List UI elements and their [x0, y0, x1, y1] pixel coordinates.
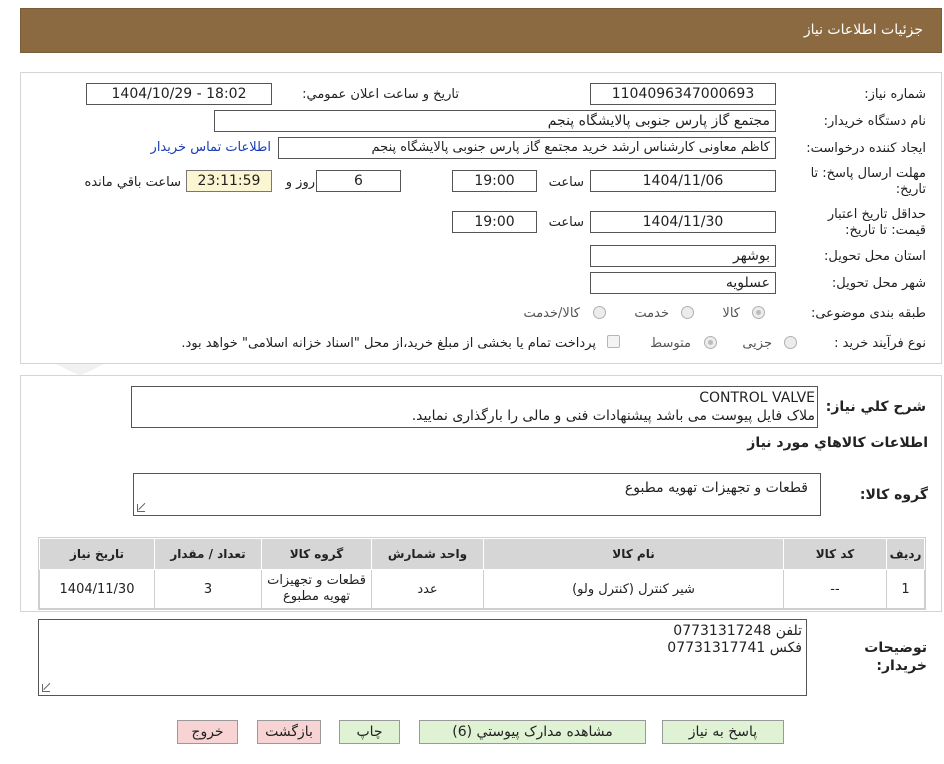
deadline-label-line2: تاریخ: [895, 182, 926, 197]
category-option-goods-service: کالا/خدمت [523, 306, 580, 321]
buyer-org-label: نام دستگاه خریدار: [823, 114, 926, 129]
goods-table: تاریخ نیاز تعداد / مقدار گروه کالا واحد … [38, 537, 926, 610]
buyer-notes-textarea[interactable]: تلفن 07731317248 فکس 07731317741 [38, 619, 807, 696]
deadline-date-field: 1404/11/06 [590, 170, 776, 192]
category-option-goods: کالا [722, 306, 740, 321]
buyer-contact-link[interactable]: اطلاعات تماس خریدار [151, 140, 271, 155]
category-label: طبقه بندی موضوعی: [810, 306, 926, 321]
process-option-medium: متوسط [650, 336, 691, 351]
validity-label-line1: حداقل تاریخ اعتبار [827, 207, 926, 222]
city-label: شهر محل تحویل: [831, 276, 926, 291]
resize-grip-icon[interactable] [137, 504, 145, 512]
goods-table-wrap: تاریخ نیاز تعداد / مقدار گروه کالا واحد … [38, 537, 926, 610]
page-header: جزئیات اطلاعات نیاز [20, 8, 942, 53]
buyer-notes-label-line2: خریدار: [876, 658, 927, 674]
buyer-phone: تلفن 07731317248 [673, 623, 802, 639]
goods-group-textarea[interactable]: قطعات و تجهیزات تهویه مطبوع [133, 473, 821, 516]
validity-time-field: 19:00 [452, 211, 537, 233]
validity-date-field: 1404/11/30 [590, 211, 776, 233]
col-unit: واحد شمارش [371, 538, 484, 570]
need-number-label: شماره نیاز: [864, 87, 926, 102]
col-code: کد کالا [783, 538, 887, 570]
view-attachments-button[interactable]: مشاهده مدارک پیوستي (6) [419, 720, 646, 744]
back-button[interactable]: بازگشت [257, 720, 321, 744]
resize-grip-icon[interactable] [42, 684, 50, 692]
process-radio-minor[interactable] [784, 336, 797, 349]
process-label: نوع فرآیند خرید : [834, 336, 926, 351]
table-row: 1404/11/30 3 قطعات و تجهیزات تهویه مطبوع… [39, 569, 925, 609]
category-radio-goods[interactable] [752, 306, 765, 319]
deadline-time-field: 19:00 [452, 170, 537, 192]
announce-field: 1404/10/29 - 18:02 [86, 83, 272, 105]
description-line2: ملاک فایل پیوست می باشد پیشنهادات فنی و … [411, 408, 815, 424]
cell-date: 1404/11/30 [39, 569, 155, 609]
validity-time-label: ساعت [548, 215, 584, 230]
cell-code: -- [783, 569, 887, 609]
remaining-label: ساعت باقي مانده [84, 175, 181, 190]
city-field: عسلویه [590, 272, 776, 294]
buyer-org-field: مجتمع گاز پارس جنوبی پالایشگاه پنجم [214, 110, 776, 132]
deadline-time-label: ساعت [548, 175, 584, 190]
category-radio-service[interactable] [681, 306, 694, 319]
cell-quantity: 3 [154, 569, 262, 609]
announce-label: تاریخ و ساعت اعلان عمومي: [302, 87, 459, 102]
validity-label-line2: قیمت: تا تاریخ: [845, 223, 926, 238]
need-number-field: 1104096347000693 [590, 83, 776, 105]
creator-label: ایجاد کننده درخواست: [806, 141, 926, 156]
description-textarea[interactable]: CONTROL VALVE ملاک فایل پیوست می باشد پی… [131, 386, 818, 428]
col-row: رديف [886, 538, 925, 570]
remaining-time-field: 23:11:59 [186, 170, 272, 192]
days-label: روز و [285, 175, 315, 190]
province-field: بوشهر [590, 245, 776, 267]
cell-unit: عدد [371, 569, 484, 609]
description-line1: CONTROL VALVE [699, 390, 815, 406]
col-name: نام کالا [483, 538, 784, 570]
treasury-payment-note: پرداخت تمام یا بخشی از مبلغ خرید،از محل … [181, 336, 596, 351]
category-radio-goods-service[interactable] [593, 306, 606, 319]
goods-section-title: اطلاعات کالاهاي مورد نياز [747, 435, 928, 451]
process-option-minor: جزیی [742, 336, 772, 351]
remaining-days-field: 6 [316, 170, 401, 192]
reply-button[interactable]: پاسخ به نیاز [662, 720, 784, 744]
cell-group: قطعات و تجهیزات تهویه مطبوع [261, 569, 372, 609]
province-label: استان محل تحویل: [824, 249, 926, 264]
goods-group-value: قطعات و تجهیزات تهویه مطبوع [624, 480, 808, 496]
col-quantity: تعداد / مقدار [154, 538, 262, 570]
buyer-fax: فکس 07731317741 [667, 640, 802, 656]
deadline-label-line1: مهلت ارسال پاسخ: تا [810, 166, 926, 181]
print-button[interactable]: چاپ [339, 720, 400, 744]
cell-row: 1 [886, 569, 925, 609]
cell-name: شیر کنترل (کنترل ولو) [483, 569, 784, 609]
goods-table-header: تاریخ نیاز تعداد / مقدار گروه کالا واحد … [39, 538, 925, 570]
goods-group-label: گروه کالا: [859, 487, 928, 503]
buyer-notes-label-line1: توضیحات [864, 640, 927, 656]
description-label: شرح کلي نياز: [825, 399, 926, 415]
treasury-payment-checkbox[interactable] [607, 335, 620, 348]
page-title: جزئیات اطلاعات نیاز [803, 22, 923, 38]
col-group: گروه کالا [261, 538, 372, 570]
exit-button[interactable]: خروج [177, 720, 238, 744]
creator-field: کاظم معاونی کارشناس ارشد خرید مجتمع گاز … [278, 137, 776, 159]
col-date: تاریخ نیاز [39, 538, 155, 570]
category-option-service: خدمت [634, 306, 669, 321]
process-radio-medium[interactable] [704, 336, 717, 349]
